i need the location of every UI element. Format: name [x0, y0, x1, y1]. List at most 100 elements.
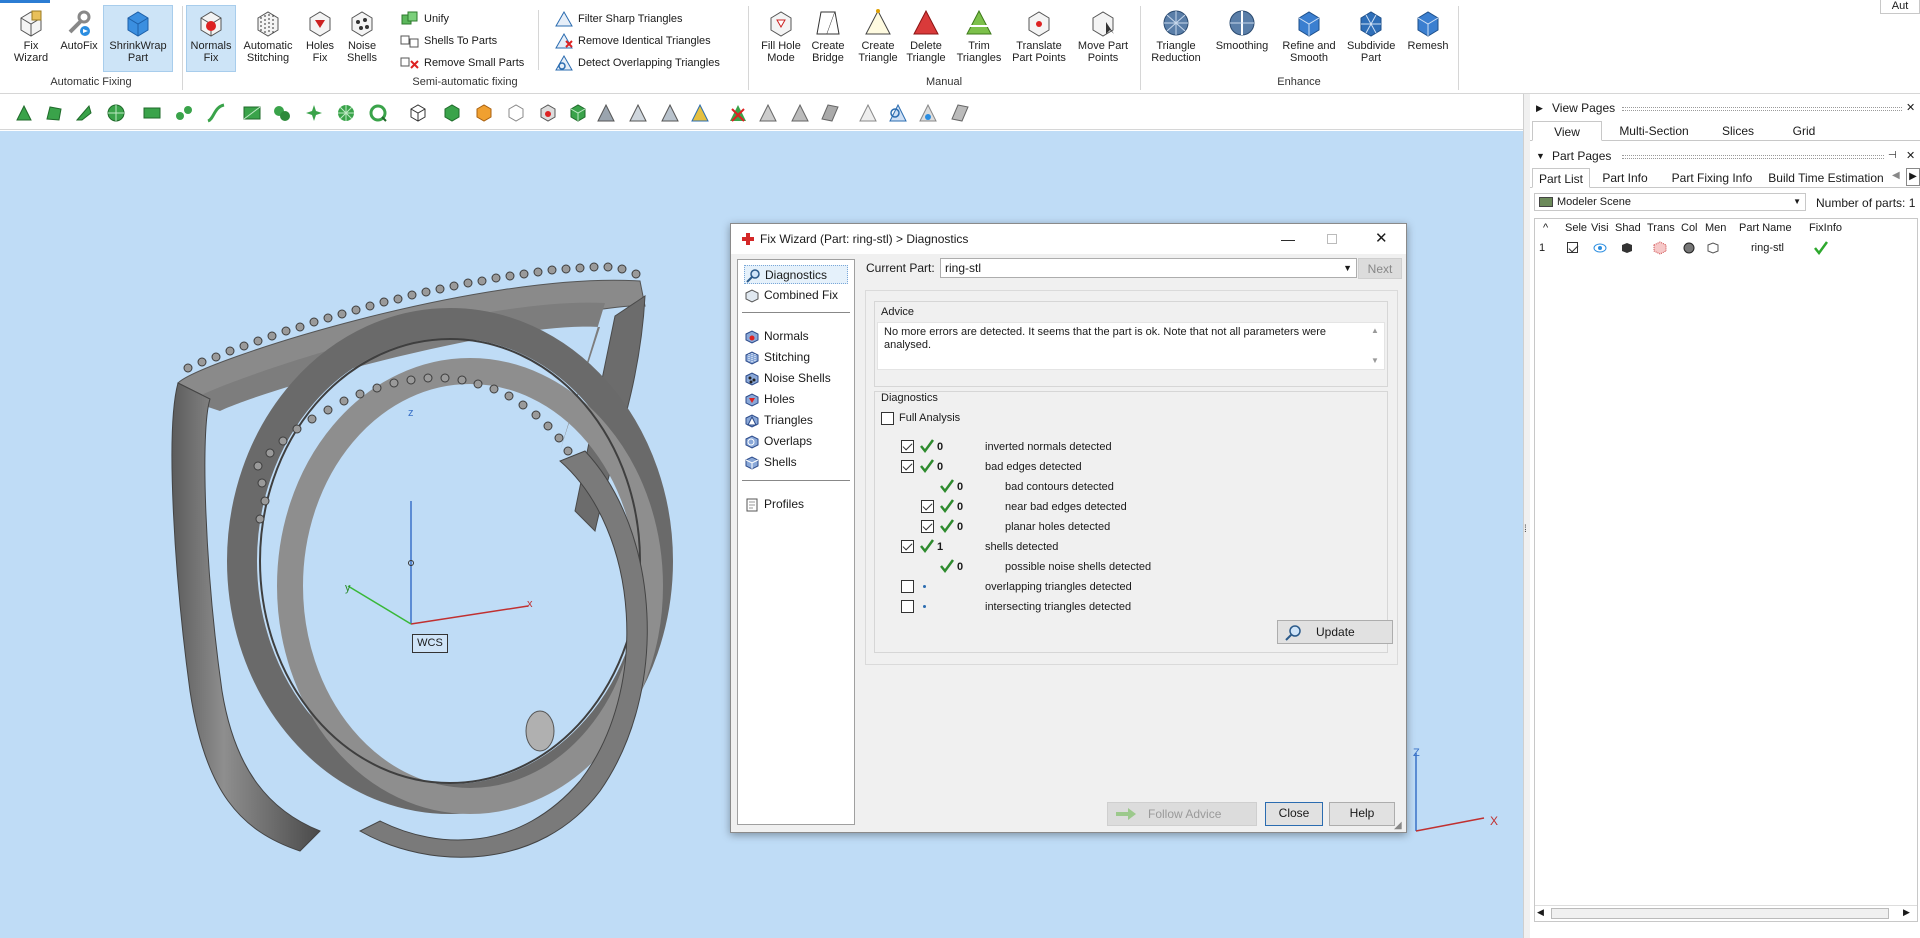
nav-shells[interactable]: Shells	[744, 453, 797, 472]
select-wheel-tool-icon[interactable]	[336, 103, 356, 123]
col-transparency[interactable]: Trans	[1647, 219, 1675, 237]
shrinkwrap-part-button[interactable]: ShrinkWrap Part	[103, 5, 173, 72]
triangle-hatch2-icon[interactable]	[790, 103, 810, 123]
collapse-arrow-icon[interactable]: ▼	[1536, 146, 1545, 166]
col-part-name[interactable]: Part Name	[1739, 219, 1792, 237]
bad-edges-checkbox[interactable]	[901, 460, 914, 473]
part-cube-red-icon[interactable]	[538, 103, 558, 123]
mesh-cube-icon[interactable]	[1707, 242, 1719, 254]
trim-triangles-button[interactable]: Trim Triangles	[954, 6, 1004, 64]
advice-scroll-down-icon[interactable]: ▼	[1371, 356, 1379, 365]
smoothing-button[interactable]: Smoothing	[1212, 6, 1272, 52]
inverted-normals-checkbox[interactable]	[901, 440, 914, 453]
close-button[interactable]: Close	[1265, 802, 1323, 826]
tab-part-list[interactable]: Part List	[1532, 168, 1590, 188]
panel-splitter[interactable]: ⁞	[1523, 94, 1530, 938]
select-lasso-tool-icon[interactable]	[368, 103, 388, 123]
pin-icon[interactable]: ⊣	[1888, 146, 1897, 166]
remove-small-parts-button[interactable]: Remove Small Parts	[400, 54, 524, 72]
select-brush-tool-icon[interactable]	[74, 103, 94, 123]
unify-button[interactable]: Unify	[400, 10, 449, 28]
triangle-hatch-icon[interactable]	[758, 103, 778, 123]
dialog-titlebar[interactable]: Fix Wizard (Part: ring-stl) > Diagnostic…	[731, 224, 1406, 254]
create-bridge-button[interactable]: Create Bridge	[810, 6, 846, 64]
top-right-button[interactable]: Aut	[1880, 0, 1920, 14]
autofix-button[interactable]: AutoFix	[57, 6, 101, 52]
minimize-icon[interactable]: —	[1281, 224, 1295, 254]
nav-holes[interactable]: Holes	[744, 390, 795, 409]
nav-normals[interactable]: Normals	[744, 327, 809, 346]
tab-view[interactable]: View	[1532, 121, 1602, 141]
noise-shells-button[interactable]: Noise Shells	[342, 6, 382, 64]
triangle-gray-icon[interactable]	[596, 103, 616, 123]
triangle-reduction-button[interactable]: Triangle Reduction	[1146, 6, 1206, 64]
part-cube-orange-icon[interactable]	[474, 103, 494, 123]
select-flower-tool-icon[interactable]	[304, 103, 324, 123]
triangle-light-icon[interactable]	[858, 103, 878, 123]
nav-noise-shells[interactable]: Noise Shells	[744, 369, 831, 388]
full-analysis-checkbox[interactable]	[881, 412, 894, 425]
scroll-right-icon[interactable]: ▶	[1903, 907, 1910, 918]
table-row[interactable]: 1 ring-stl	[1535, 239, 1917, 257]
tab-multi-section[interactable]: Multi-Section	[1606, 121, 1702, 141]
tab-part-fixing-info[interactable]: Part Fixing Info	[1660, 168, 1764, 188]
select-curve-tool-icon[interactable]	[206, 103, 226, 123]
view-pages-close-icon[interactable]: ✕	[1906, 98, 1915, 118]
row-select-checkbox[interactable]	[1567, 242, 1578, 253]
select-shell-tool-icon[interactable]	[272, 103, 292, 123]
triangle-hide-icon[interactable]	[950, 103, 970, 123]
triangle-hatch3-icon[interactable]	[820, 103, 840, 123]
detect-overlapping-triangles-button[interactable]: Detect Overlapping Triangles	[554, 54, 720, 72]
col-color[interactable]: Col	[1681, 219, 1698, 237]
create-triangle-button[interactable]: Create Triangle	[857, 6, 899, 64]
planar-holes-checkbox[interactable]	[921, 520, 934, 533]
col-sort[interactable]: ^	[1543, 219, 1548, 237]
triangle-edit-icon[interactable]	[660, 103, 680, 123]
advice-scroll-up-icon[interactable]: ▲	[1371, 326, 1379, 335]
part-pages-header[interactable]: ▼ Part Pages ⊣ ✕	[1530, 146, 1920, 166]
update-button[interactable]: Update	[1277, 620, 1393, 644]
shells-checkbox[interactable]	[901, 540, 914, 553]
overlapping-triangles-checkbox[interactable]	[901, 580, 914, 593]
part-cube-green-icon[interactable]	[442, 103, 462, 123]
select-triangle-tool-icon[interactable]	[14, 103, 34, 123]
triangle-zoom-icon[interactable]	[888, 103, 908, 123]
filter-sharp-triangles-button[interactable]: Filter Sharp Triangles	[554, 10, 683, 28]
nav-diagnostics[interactable]: Diagnostics	[744, 265, 848, 284]
select-plane-tool-icon[interactable]	[142, 103, 162, 123]
transparency-cube-icon[interactable]	[1653, 241, 1667, 255]
current-part-select[interactable]: ring-stl ▼	[940, 258, 1357, 278]
nav-overlaps[interactable]: Overlaps	[744, 432, 812, 451]
col-shading[interactable]: Shad	[1615, 219, 1641, 237]
visibility-eye-icon[interactable]	[1593, 242, 1607, 254]
holes-fix-button[interactable]: Holes Fix	[300, 6, 340, 64]
select-sphere-tool-icon[interactable]	[106, 103, 126, 123]
select-box-tool-icon[interactable]	[242, 103, 262, 123]
view-pages-header[interactable]: ▶ View Pages ✕	[1530, 98, 1920, 118]
col-visible[interactable]: Visi	[1591, 219, 1609, 237]
tab-scroll-left-icon[interactable]: ◀	[1892, 170, 1900, 181]
normals-fix-button[interactable]: Normals Fix	[186, 5, 236, 72]
close-icon[interactable]: ✕	[1375, 224, 1388, 254]
tab-part-info[interactable]: Part Info	[1592, 168, 1658, 188]
delete-triangle-button[interactable]: Delete Triangle	[904, 6, 948, 64]
triangle-outline-icon[interactable]	[628, 103, 648, 123]
scene-select[interactable]: Modeler Scene ▼	[1534, 193, 1806, 211]
col-select[interactable]: Sele	[1565, 219, 1587, 237]
translate-part-points-button[interactable]: Translate Part Points	[1010, 6, 1068, 64]
horizontal-scrollbar[interactable]: ◀ ▶	[1535, 905, 1917, 921]
select-connected-tool-icon[interactable]	[174, 103, 194, 123]
tab-build-time-estimation[interactable]: Build Time Estimation	[1766, 168, 1886, 188]
col-fixinfo[interactable]: FixInfo	[1809, 219, 1842, 237]
subdivide-part-button[interactable]: Subdivide Part	[1346, 6, 1396, 64]
tab-scroll-right-icon[interactable]: ▶	[1906, 168, 1920, 186]
remesh-button[interactable]: Remesh	[1400, 6, 1456, 52]
color-swatch-icon[interactable]	[1683, 242, 1695, 254]
tab-grid[interactable]: Grid	[1774, 121, 1834, 141]
scroll-left-icon[interactable]: ◀	[1537, 907, 1544, 918]
automatic-stitching-button[interactable]: Automatic Stitching	[238, 6, 298, 64]
nav-combined-fix[interactable]: Combined Fix	[744, 286, 838, 305]
fix-wizard-button[interactable]: Fix Wizard	[6, 6, 56, 64]
resize-grip-icon[interactable]: ◢	[1394, 820, 1402, 831]
remove-identical-triangles-button[interactable]: Remove Identical Triangles	[554, 32, 711, 50]
